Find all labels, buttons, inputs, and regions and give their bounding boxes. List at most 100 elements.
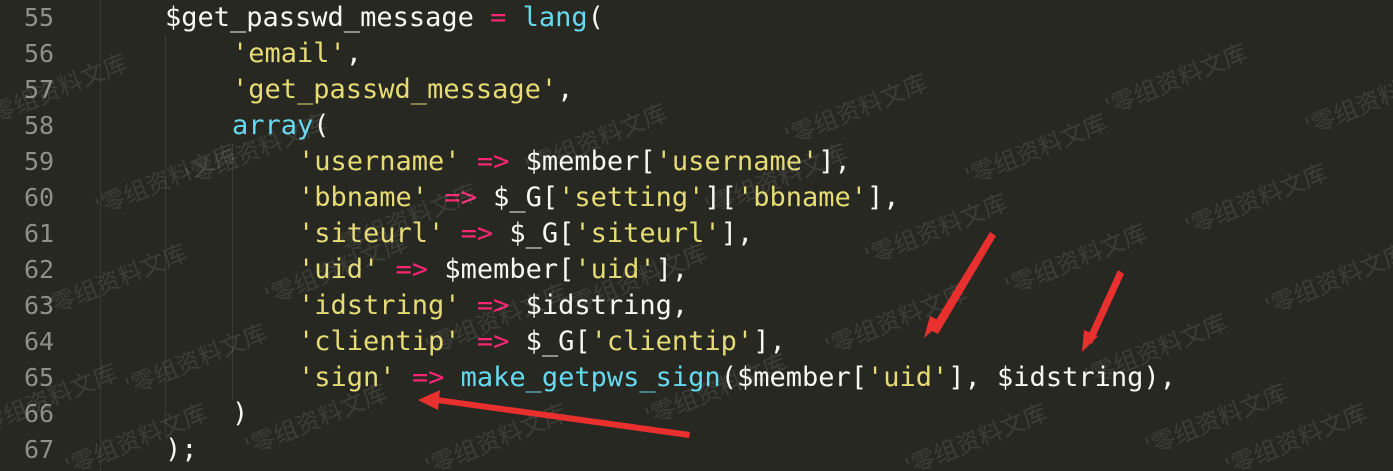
code-token: => <box>444 182 477 213</box>
arrow-to-uid <box>924 232 996 338</box>
watermark-text: '零组资料文库 <box>781 68 932 152</box>
code-line[interactable]: 'sign' => make_getpws_sign($member['uid'… <box>298 360 1176 396</box>
code-token: ], <box>753 326 786 357</box>
code-line[interactable]: array( <box>232 108 330 144</box>
code-token: 'sign' <box>298 362 396 393</box>
code-token: ($member[ <box>720 362 867 393</box>
code-token: 'clientip' <box>298 326 461 357</box>
line-number: 65 <box>24 363 55 392</box>
code-line[interactable]: 'idstring' => $idstring, <box>298 288 688 324</box>
code-token: $get_passwd_message <box>165 2 491 33</box>
code-editor[interactable]: 55 56 57 58 59 60 61 62 63 64 65 66 67 $get_passwd_m… <box>0 0 1393 471</box>
code-token: 'siteurl' <box>574 218 721 249</box>
line-number: 56 <box>24 39 55 68</box>
watermark-text: '零组资料文库 <box>1001 218 1152 302</box>
line-number-gutter: 55 56 57 58 59 60 61 62 63 64 65 66 67 <box>0 0 80 471</box>
code-token: , <box>345 38 363 69</box>
code-token: $_G[ <box>476 182 559 213</box>
line-number: 60 <box>24 183 55 212</box>
watermark-text: '零组资料文库 <box>1301 58 1393 142</box>
code-token: => <box>411 362 445 393</box>
code-token: 'idstring' <box>298 290 461 321</box>
code-token: lang <box>522 2 588 33</box>
watermark-text: '零组资料文库 <box>901 398 1052 471</box>
code-token: 'clientip' <box>590 326 754 357</box>
arrow-to-sign-key <box>418 390 690 438</box>
code-token: 'uid' <box>867 362 949 393</box>
code-token: 'get_passwd_message' <box>232 74 558 105</box>
indent-guide <box>165 36 166 436</box>
code-line[interactable]: 'siteurl' => $_G['siteurl'], <box>298 216 753 252</box>
code-line[interactable]: 'username' => $member['username'], <box>298 144 851 180</box>
code-line[interactable]: $get_passwd_message = lang( <box>165 0 604 36</box>
code-token: ); <box>165 434 198 465</box>
code-token: ][ <box>704 182 737 213</box>
code-token: = <box>490 2 507 33</box>
code-token: ( <box>313 110 330 141</box>
code-token: 'email' <box>232 38 346 69</box>
line-number: 57 <box>24 75 55 104</box>
line-number: 61 <box>24 219 55 248</box>
watermark-text: '零组资料文库 <box>121 318 272 402</box>
code-line[interactable]: 'uid' => $member['uid'], <box>298 252 688 288</box>
code-token: $_G[ <box>509 326 591 357</box>
code-token: $member[ <box>509 146 656 177</box>
code-token: 'siteurl' <box>298 218 445 249</box>
code-token: 'bbname' <box>736 182 867 213</box>
line-number: 55 <box>24 3 55 32</box>
code-token: => <box>476 290 510 321</box>
line-number: 62 <box>24 255 55 284</box>
watermark-text: '零组资料文库 <box>821 278 972 362</box>
watermark-text: '零组资料文库 <box>1181 158 1332 242</box>
code-token: make_getpws_sign <box>460 362 721 393</box>
code-token: $idstring, <box>509 290 689 321</box>
line-number: 63 <box>24 291 55 320</box>
code-token: ], $idstring), <box>948 362 1176 393</box>
code-token: 'uid' <box>574 254 656 285</box>
line-number: 66 <box>24 399 55 428</box>
code-token: , <box>557 74 574 105</box>
watermark-text: '零组资料文库 <box>1221 398 1372 471</box>
indent-guide <box>100 0 101 471</box>
code-line[interactable]: ) <box>232 396 248 432</box>
code-token: array <box>232 110 314 141</box>
code-line[interactable]: ); <box>165 432 198 468</box>
code-token: 'username' <box>655 146 819 177</box>
code-line[interactable]: 'email', <box>232 36 362 72</box>
line-number: 67 <box>24 435 55 464</box>
code-token: => <box>476 146 510 177</box>
code-line[interactable]: 'get_passwd_message', <box>232 72 573 108</box>
code-token: ], <box>655 254 689 285</box>
code-token: => <box>395 254 429 285</box>
code-token: => <box>476 326 510 357</box>
code-token: $member[ <box>428 254 575 285</box>
code-token: ], <box>818 146 851 177</box>
arrow-to-idstring <box>1082 270 1124 352</box>
code-token: ], <box>866 182 900 213</box>
indent-guide <box>232 144 233 400</box>
code-token: 'bbname' <box>298 182 429 213</box>
code-line[interactable]: 'bbname' => $_G['setting']['bbname'], <box>298 180 900 216</box>
code-token: => <box>460 218 494 249</box>
code-line[interactable]: 'clientip' => $_G['clientip'], <box>298 324 786 360</box>
code-token: 'username' <box>298 146 461 177</box>
line-number: 59 <box>24 147 55 176</box>
code-token: ( <box>587 2 604 33</box>
code-token: 'setting' <box>558 182 705 213</box>
code-token: ], <box>720 218 754 249</box>
watermark-text: '零组资料文库 <box>1261 238 1393 322</box>
watermark-text: '零组资料文库 <box>961 108 1112 192</box>
code-token: $_G[ <box>493 218 575 249</box>
code-token: 'uid' <box>298 254 380 285</box>
watermark-text: '零组资料文库 <box>1101 38 1252 122</box>
code-token: ) <box>232 398 249 429</box>
